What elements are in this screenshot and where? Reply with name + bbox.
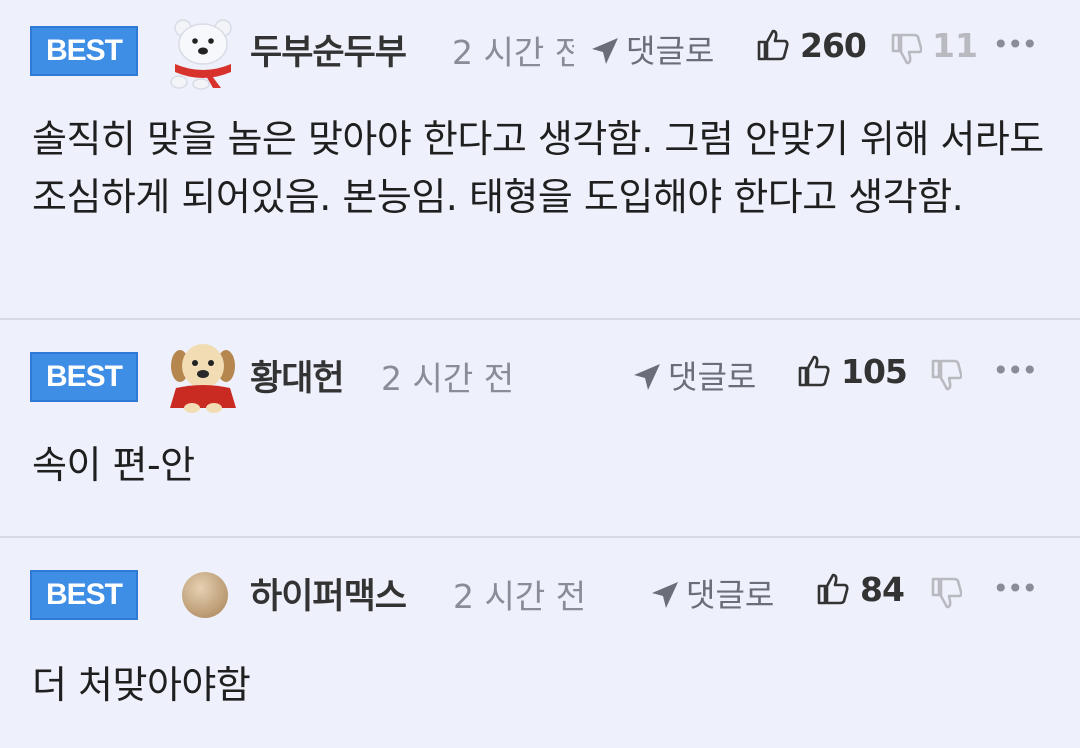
thumbs-down-icon (931, 577, 963, 609)
thumbs-up-icon (798, 355, 830, 387)
comment-time: 2 시간 전 (453, 577, 587, 616)
best-badge: BEST (30, 352, 138, 402)
dislike-button[interactable] (930, 352, 972, 392)
thumbs-down-icon (931, 359, 963, 391)
reply-button[interactable]: 댓글로 (650, 570, 774, 616)
best-badge: BEST (30, 570, 138, 620)
comment-item: BEST 하이퍼맥스 2 시간 전 댓글로 84 ••• 더 처맞아야함 (0, 538, 1080, 748)
puppy-avatar-icon (170, 344, 236, 413)
author-nickname[interactable]: 황대헌 (250, 350, 345, 401)
reply-label: 댓글로 (686, 576, 775, 614)
like-count: 84 (860, 570, 905, 609)
comment-body: 더 처맞아야함 (32, 663, 251, 707)
reply-button[interactable]: 댓글로 (590, 26, 714, 72)
like-count: 105 (841, 352, 908, 391)
comment-time: 2 시간 전 (381, 359, 515, 398)
reply-label: 댓글로 (668, 358, 757, 396)
comment-header: BEST 하이퍼맥스 2 시간 전 댓글로 84 ••• (0, 552, 1080, 632)
send-arrow-icon (634, 364, 660, 390)
more-options-button[interactable]: ••• (992, 28, 1038, 61)
dislike-count: 11 (932, 26, 978, 65)
like-button[interactable]: 105 (797, 352, 908, 391)
comment-body: 솔직히 맞을 놈은 맞아야 한다고 생각함. 그럼 안맞기 위해 서라도 조심하… (32, 117, 1044, 219)
author-nickname[interactable]: 하이퍼맥스 (250, 568, 407, 619)
reply-label: 댓글로 (626, 32, 715, 70)
thumbs-down-icon (891, 33, 923, 65)
comment-item: BEST 두부순두부 2 시간 전 댓글로 260 11 ••• 솔직히 맞을 … (0, 0, 1080, 318)
polar-bear-avatar-icon (170, 19, 232, 90)
comment-time: 2 시간 전 (452, 33, 574, 72)
like-button[interactable]: 260 (756, 26, 867, 65)
send-arrow-icon (652, 582, 678, 608)
dislike-button[interactable] (930, 570, 972, 610)
send-arrow-icon (592, 38, 618, 64)
default-avatar-icon (182, 572, 228, 618)
comment-item: BEST 황대헌 2 시간 전 댓글로 105 ••• 속이 편-안 (0, 320, 1080, 536)
thumbs-up-icon (817, 573, 849, 605)
comment-header: BEST 황대헌 2 시간 전 댓글로 105 ••• (0, 334, 1080, 414)
dislike-button[interactable]: 11 (890, 26, 978, 66)
like-button[interactable]: 84 (816, 570, 905, 609)
thumbs-up-icon (757, 29, 789, 61)
comment-body: 속이 편-안 (32, 443, 195, 487)
avatar[interactable] (168, 338, 244, 414)
more-options-button[interactable]: ••• (992, 572, 1038, 605)
more-options-button[interactable]: ••• (992, 354, 1038, 387)
reply-button[interactable]: 댓글로 (632, 352, 756, 398)
avatar[interactable] (165, 14, 241, 90)
comment-header: BEST 두부순두부 2 시간 전 댓글로 260 11 ••• (0, 8, 1080, 90)
avatar[interactable] (180, 570, 230, 620)
author-nickname[interactable]: 두부순두부 (250, 24, 407, 75)
best-badge: BEST (30, 26, 138, 76)
like-count: 260 (800, 26, 867, 65)
